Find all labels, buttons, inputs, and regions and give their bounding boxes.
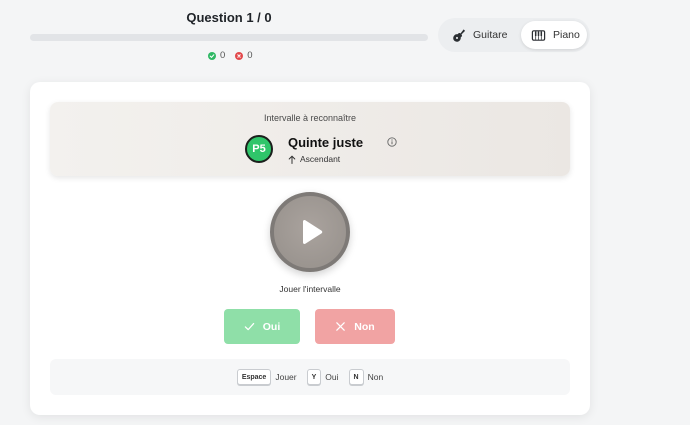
- quiz-card: Intervalle à reconnaître P5 Quinte juste…: [30, 82, 590, 415]
- score-wrong-value: 0: [247, 50, 253, 61]
- shortcut-yes: Y Oui: [306, 369, 339, 385]
- shortcut-action: Oui: [325, 372, 339, 382]
- instrument-guitar-button[interactable]: Guitare: [441, 21, 521, 49]
- shortcut-action: Jouer: [275, 372, 297, 382]
- keyboard-shortcuts: Espace Jouer Y Oui N Non: [50, 359, 570, 395]
- instrument-piano-button[interactable]: Piano: [521, 21, 587, 49]
- shortcut-action: Non: [367, 372, 384, 382]
- instrument-switch: Guitare Piano: [438, 18, 590, 52]
- info-icon[interactable]: [387, 137, 397, 147]
- piano-icon: [531, 29, 546, 41]
- answer-no-label: Non: [354, 320, 375, 333]
- guitar-icon: [453, 28, 466, 42]
- x-circle-icon: [235, 51, 244, 60]
- instrument-piano-label: Piano: [553, 29, 580, 41]
- shortcut-key: Y: [306, 369, 322, 385]
- interval-direction-label: Ascendant: [300, 154, 341, 164]
- score-correct: 0: [208, 50, 225, 61]
- close-icon: [336, 322, 346, 331]
- interval-panel: Intervalle à reconnaître P5 Quinte juste…: [50, 102, 570, 176]
- shortcut-key: N: [348, 369, 364, 385]
- answer-yes-label: Oui: [262, 320, 281, 333]
- play-icon: [303, 219, 323, 245]
- check-circle-icon: [208, 51, 216, 60]
- shortcut-key: Espace: [236, 369, 272, 385]
- interval-name: Quinte juste: [288, 135, 364, 150]
- progress-bar: [30, 34, 428, 41]
- quiz-header: Question 1 / 0 0 0 Guitare Piano: [0, 0, 690, 80]
- shortcut-no: N Non: [348, 369, 384, 385]
- answer-no-button[interactable]: Non: [315, 309, 395, 344]
- interval-direction: Ascendant: [288, 154, 340, 164]
- play-interval-label: Jouer l'intervalle: [279, 284, 341, 294]
- score-wrong: 0: [235, 50, 253, 61]
- shortcut-play: Espace Jouer: [236, 369, 297, 385]
- score-summary: 0 0: [208, 50, 253, 61]
- instrument-guitar-label: Guitare: [473, 29, 508, 41]
- score-correct-value: 0: [220, 50, 226, 61]
- check-icon: [244, 322, 255, 331]
- arrow-up-icon: [288, 154, 296, 164]
- play-interval-button[interactable]: [270, 192, 350, 272]
- interval-caption: Intervalle à reconnaître: [263, 113, 357, 123]
- answer-yes-button[interactable]: Oui: [224, 309, 300, 344]
- question-counter: Question 1 / 0: [186, 10, 272, 25]
- interval-badge: P5: [245, 135, 273, 163]
